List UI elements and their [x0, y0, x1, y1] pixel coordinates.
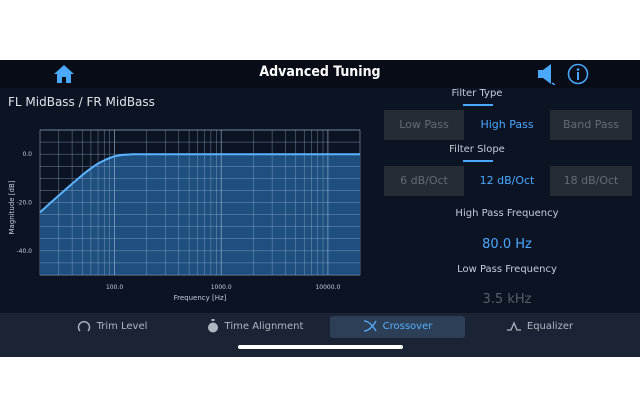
filter-type-low-pass-button[interactable]: Low Pass: [384, 110, 464, 140]
filter-slope-12db-button[interactable]: 12 dB/Oct: [467, 166, 547, 196]
x-tick-label: 10000.0: [315, 284, 340, 291]
stopwatch-icon: [207, 319, 218, 333]
header-bar: Advanced Tuning: [0, 60, 640, 88]
filter-type-high-pass-button[interactable]: High Pass: [467, 110, 547, 140]
y-tick-label: -40.0: [16, 248, 32, 255]
low-pass-frequency-label: Low Pass Frequency: [457, 264, 557, 275]
high-pass-frequency-value[interactable]: 80.0 Hz: [407, 237, 607, 252]
home-indicator[interactable]: [238, 345, 403, 349]
y-axis-label: Magnitude [dB]: [8, 180, 16, 234]
filter-slope-6db-button[interactable]: 6 dB/Oct: [384, 166, 464, 196]
low-pass-frequency-value[interactable]: 3.5 kHz: [407, 292, 607, 307]
speaker-mute-icon[interactable]: [536, 63, 556, 85]
channel-title: FL MidBass / FR MidBass: [8, 95, 155, 109]
info-icon[interactable]: [567, 63, 589, 85]
tab-label: Equalizer: [526, 321, 574, 332]
equalizer-icon: [506, 321, 521, 331]
trim-icon: [77, 321, 90, 332]
filter-slope-18db-button[interactable]: 18 dB/Oct: [550, 166, 632, 196]
filter-slope-underline: [463, 160, 493, 162]
high-pass-frequency-label: High Pass Frequency: [455, 208, 559, 219]
tab-crossover[interactable]: Crossover: [330, 316, 465, 338]
tab-trim-level[interactable]: Trim Level: [62, 316, 162, 338]
tab-bar: Trim Level Time Alignment Crossover Equa…: [0, 313, 640, 357]
x-tick-label: 1000.0: [211, 284, 232, 291]
y-tick-label: 0.0: [22, 151, 32, 158]
filter-type-band-pass-button[interactable]: Band Pass: [550, 110, 632, 140]
crossover-icon: [363, 320, 377, 332]
x-tick-label: 100.0: [106, 284, 123, 291]
tab-label: Crossover: [382, 321, 433, 332]
y-tick-label: -20.0: [16, 200, 32, 207]
tab-time-alignment[interactable]: Time Alignment: [200, 316, 310, 338]
filter-type-underline: [463, 104, 493, 106]
x-axis-label: Frequency [Hz]: [174, 294, 227, 302]
filter-type-label: Filter Type: [451, 88, 503, 99]
tab-equalizer[interactable]: Equalizer: [490, 316, 590, 338]
tab-label: Trim Level: [96, 321, 148, 332]
tab-label: Time Alignment: [224, 321, 304, 332]
filter-slope-label: Filter Slope: [449, 144, 505, 155]
app-window: Advanced Tuning FL MidBass / FR MidBass …: [0, 60, 640, 357]
